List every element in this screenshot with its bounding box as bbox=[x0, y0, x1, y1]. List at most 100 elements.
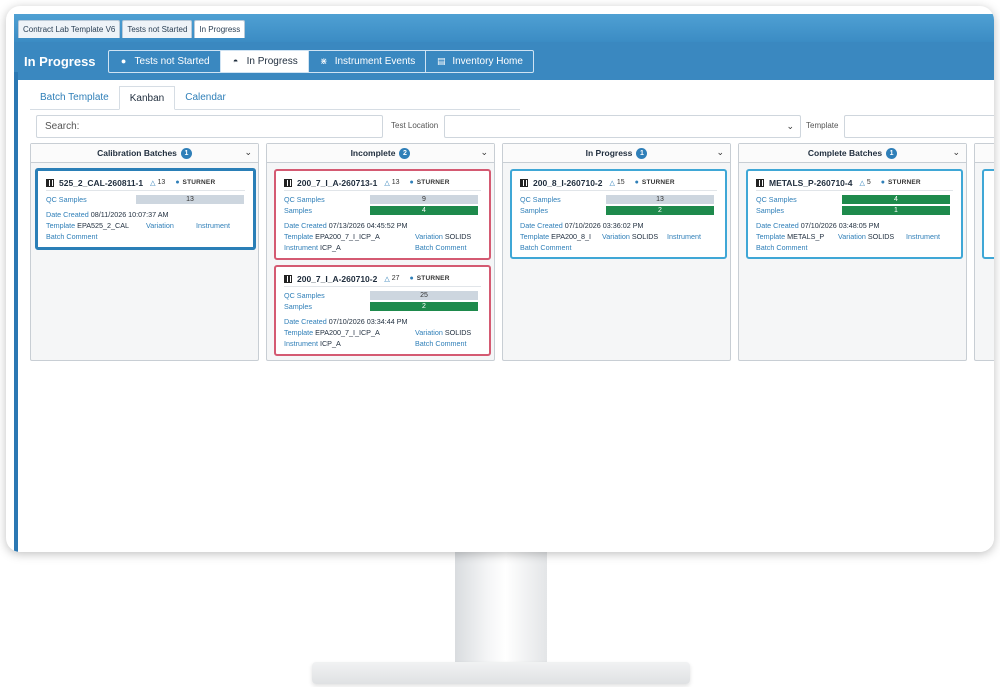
variation-value: SOLIDS bbox=[631, 232, 659, 241]
variation-label: Variation bbox=[415, 232, 443, 241]
batch-card[interactable]: 200_7_I_A-260713-1 △ 13 ● STURNER QC Sam… bbox=[274, 169, 491, 260]
nav-instrument-events-button[interactable]: ⋇ Instrument Events bbox=[309, 50, 427, 72]
template-row: Template EPA200_7_I_ICP_A Variation SOLI… bbox=[284, 327, 481, 338]
date-created-row: Date Created 07/10/2026 03:34:44 PM bbox=[284, 316, 481, 327]
column-header[interactable]: In Progress 1 ⌄ bbox=[503, 144, 730, 163]
date-created-row: Date Created 07/10/2026 03:48:05 PM bbox=[756, 220, 953, 231]
qc-samples-bar: 13 bbox=[136, 195, 244, 204]
nav-inventory-home-button[interactable]: ▤ Inventory Home bbox=[426, 51, 533, 72]
collapse-caret-icon[interactable]: ⌄ bbox=[716, 147, 724, 158]
template-row: Template METALS_P Variation SOLIDS Instr… bbox=[756, 231, 953, 242]
kanban-column-in-progress: In Progress 1 ⌄ 200_8_I-260710-2 △ 15 ● … bbox=[502, 143, 731, 361]
left-accent-rail bbox=[14, 72, 18, 552]
collapse-caret-icon[interactable]: ⌄ bbox=[244, 147, 252, 158]
test-location-select[interactable]: ⌄ bbox=[444, 115, 801, 138]
flask-icon: △ bbox=[150, 179, 156, 187]
batch-user: STURNER bbox=[182, 179, 216, 186]
instrument-row: Instrument ICP_A Batch Comment bbox=[284, 242, 481, 253]
search-input[interactable] bbox=[36, 115, 383, 138]
samples-row: Samples 2 bbox=[284, 301, 481, 312]
collapse-caret-icon[interactable]: ⌄ bbox=[480, 147, 488, 158]
tab-batch-template[interactable]: Batch Template bbox=[30, 86, 119, 109]
column-count-badge: 1 bbox=[180, 147, 192, 159]
date-created-value: 07/10/2026 03:34:44 PM bbox=[328, 317, 408, 326]
date-created-row: Date Created 07/13/2026 04:45:52 PM bbox=[284, 220, 481, 231]
column-title: Calibration Batches bbox=[97, 148, 177, 158]
batch-comment-label[interactable]: Batch Comment bbox=[756, 243, 808, 252]
variation-label: Variation bbox=[146, 221, 174, 230]
template-label: Template bbox=[806, 121, 839, 130]
instrument-label: Instrument bbox=[284, 243, 318, 252]
nav-in-progress-button[interactable]: ◓ In Progress bbox=[220, 50, 309, 72]
column-header[interactable]: Incomplete 2 ⌄ bbox=[267, 144, 494, 163]
nav-tests-not-started-button[interactable]: ● Tests not Started bbox=[109, 50, 221, 72]
card-header: 525_2_CAL-260811-1 △ 13 ● STURNER bbox=[46, 175, 245, 191]
samples-row: Samples 4 bbox=[284, 205, 481, 216]
batch-card[interactable]: METALS_P-260710-4 △ 5 ● STURNER QC Sampl… bbox=[746, 169, 963, 259]
samples-bar: 4 bbox=[370, 206, 478, 215]
samples-label: Samples bbox=[756, 206, 784, 215]
box-icon: ▤ bbox=[437, 55, 446, 66]
window-tab-tests-not-started[interactable]: Tests not Started bbox=[122, 20, 193, 38]
template-label: Template bbox=[284, 232, 314, 241]
variation-field: Variation SOLIDS bbox=[838, 232, 894, 241]
samples-row: Samples 2 bbox=[520, 205, 717, 216]
template-label: Template bbox=[756, 232, 786, 241]
batch-comment-label[interactable]: Batch Comment bbox=[46, 232, 98, 241]
app-header: In Progress ● Tests not Started ◓ In Pro… bbox=[14, 42, 994, 80]
template-label: Template bbox=[284, 328, 314, 337]
column-count-badge: 2 bbox=[399, 147, 411, 159]
flask-icon: △ bbox=[384, 275, 390, 283]
qc-samples-bar: 4 bbox=[842, 195, 950, 204]
date-created-value: 08/11/2026 10:07:37 AM bbox=[90, 210, 169, 219]
app-screen: Contract Lab Template V6 Tests not Start… bbox=[14, 14, 994, 552]
collapse-caret-icon[interactable]: ⌄ bbox=[952, 147, 960, 158]
template-row: Template EPA200_8_I Variation SOLIDS Ins… bbox=[520, 231, 717, 242]
window-tab-contract-lab[interactable]: Contract Lab Template V6 bbox=[18, 20, 121, 38]
batch-comment-row: Batch Comment bbox=[520, 242, 717, 253]
batch-sample-count: 13 bbox=[157, 179, 166, 186]
column-header[interactable]: Complete Batches 1 ⌄ bbox=[739, 144, 966, 163]
variation-label: Variation bbox=[602, 232, 630, 241]
template-select[interactable] bbox=[844, 115, 994, 138]
batch-card[interactable]: 200_8_I-260710-2 △ 15 ● STURNER QC Sampl… bbox=[510, 169, 727, 259]
qc-samples-label: QC Samples bbox=[520, 195, 561, 204]
page-title: In Progress bbox=[24, 53, 96, 69]
kanban-column-partial bbox=[974, 143, 994, 361]
batch-comment-label[interactable]: Batch Comment bbox=[520, 243, 572, 252]
variation-value: SOLIDS bbox=[867, 232, 895, 241]
batch-sample-count: 15 bbox=[616, 179, 625, 186]
tab-calendar[interactable]: Calendar bbox=[175, 86, 236, 109]
clock-icon: ● bbox=[120, 56, 127, 66]
variation-label: Variation bbox=[838, 232, 866, 241]
template-value: EPA200_8_I bbox=[551, 232, 592, 241]
date-created-label: Date Created bbox=[756, 221, 799, 230]
batch-comment-label[interactable]: Batch Comment bbox=[415, 243, 467, 252]
tab-kanban[interactable]: Kanban bbox=[118, 86, 176, 110]
instrument-label: Instrument bbox=[284, 339, 318, 348]
card-header: 200_7_I_A-260710-2 △ 27 ● STURNER bbox=[284, 271, 481, 287]
view-tabs: Batch Template Kanban Calendar bbox=[30, 86, 520, 110]
batch-name: 525_2_CAL-260811-1 bbox=[59, 177, 144, 188]
qc-samples-row: QC Samples 25 bbox=[284, 290, 481, 301]
kanban-column-incomplete: Incomplete 2 ⌄ 200_7_I_A-260713-1 △ 13 ●… bbox=[266, 143, 495, 361]
variation-label: Variation bbox=[415, 328, 443, 337]
batch-sample-count: 13 bbox=[391, 179, 400, 186]
date-created-value: 07/13/2026 04:45:52 PM bbox=[328, 221, 408, 230]
flask-icon: △ bbox=[859, 179, 865, 187]
qc-samples-row: QC Samples 13 bbox=[46, 194, 245, 205]
batch-sample-count: 5 bbox=[866, 179, 871, 186]
batch-card[interactable]: 525_2_CAL-260811-1 △ 13 ● STURNER QC Sam… bbox=[35, 168, 256, 250]
batch-card[interactable]: 200_7_I_A-260710-2 △ 27 ● STURNER QC Sam… bbox=[274, 265, 491, 356]
window-tab-strip: Contract Lab Template V6 Tests not Start… bbox=[14, 14, 994, 42]
flask-icon: △ bbox=[384, 179, 390, 187]
monitor-stand-neck bbox=[455, 548, 547, 666]
column-title: In Progress bbox=[585, 148, 633, 158]
batch-comment-label[interactable]: Batch Comment bbox=[415, 339, 467, 348]
template-row: Template EPA525_2_CAL Variation Instrume… bbox=[46, 220, 245, 231]
batch-card[interactable] bbox=[982, 169, 994, 259]
window-tab-in-progress[interactable]: In Progress bbox=[194, 20, 246, 38]
variation-field: Variation SOLIDS bbox=[602, 232, 658, 241]
column-header[interactable]: Calibration Batches 1 ⌄ bbox=[31, 144, 258, 163]
card-header: METALS_P-260710-4 △ 5 ● STURNER bbox=[756, 175, 953, 191]
